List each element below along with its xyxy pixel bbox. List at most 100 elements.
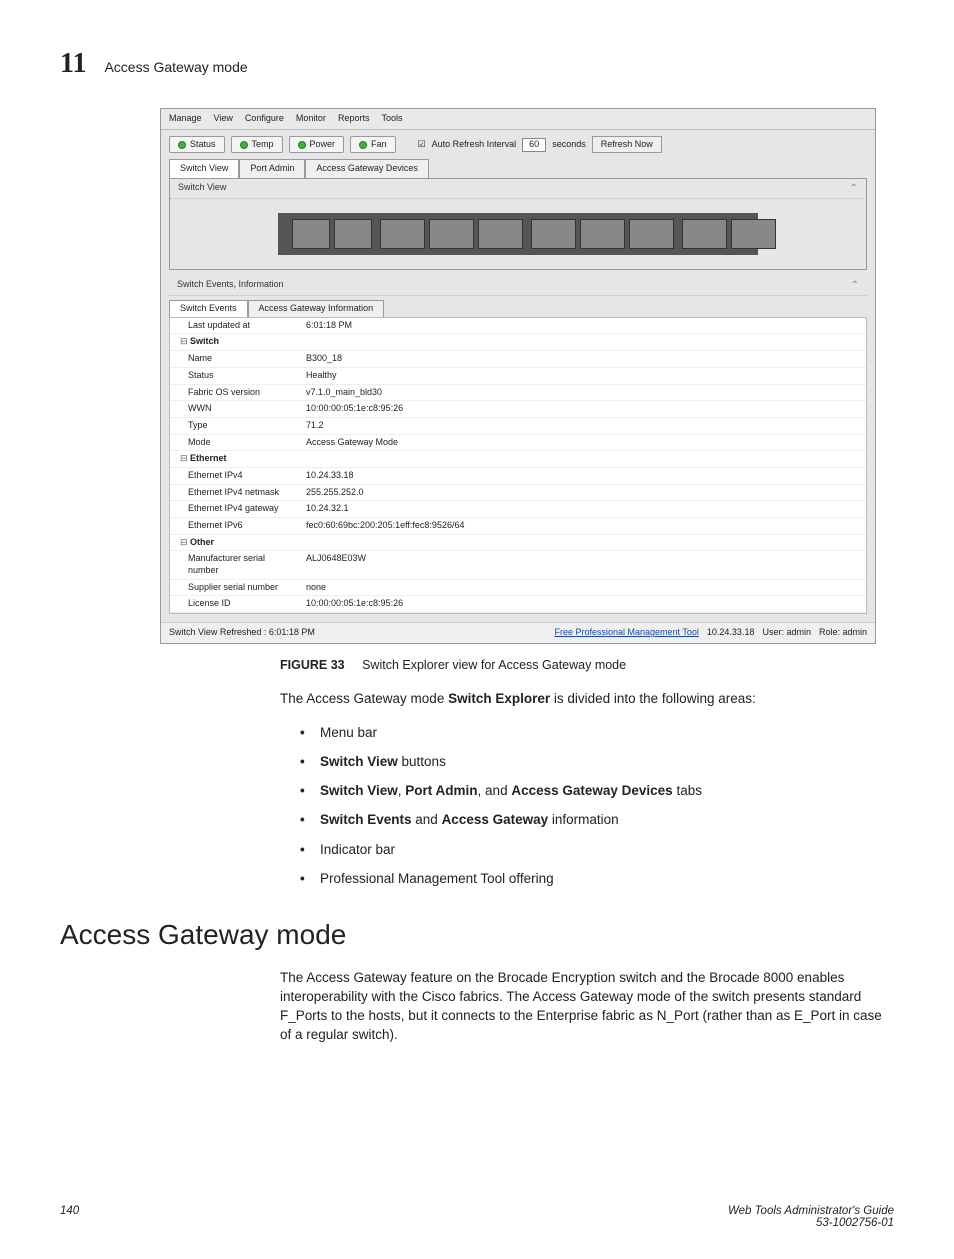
status-link[interactable]: Free Professional Management Tool <box>554 627 698 639</box>
port-group-icon <box>682 219 727 249</box>
status-ip: 10.24.33.18 <box>707 627 755 639</box>
row-value: 10:00:00:05:1e:c8:95:26 <box>300 596 866 612</box>
port-group-icon <box>531 219 576 249</box>
row-key: Ethernet IPv6 <box>170 518 300 534</box>
list-item: Menu bar <box>300 723 894 743</box>
list-item: Switch Events and Access Gateway informa… <box>300 810 894 830</box>
row-key: Type <box>170 418 300 434</box>
row-key: Ethernet IPv4 netmask <box>170 485 300 501</box>
row-value: ALJ0648E03W <box>300 551 866 578</box>
page-number: 140 <box>60 1205 79 1229</box>
list-item: Professional Management Tool offering <box>300 869 894 889</box>
row-section: Ethernet <box>170 451 300 467</box>
row-value: 10.24.32.1 <box>300 501 866 517</box>
tab-switch-events[interactable]: Switch Events <box>169 300 248 317</box>
collapse-icon[interactable]: ⌃ <box>851 279 859 292</box>
row-key: Supplier serial number <box>170 580 300 596</box>
status-role: Role: admin <box>819 627 867 639</box>
page-header: 11 Access Gateway mode <box>60 48 894 80</box>
port-group-icon <box>478 219 523 249</box>
row-key: WWN <box>170 401 300 417</box>
port-group-icon <box>580 219 625 249</box>
port-group-icon <box>334 219 372 249</box>
row-key: Manufacturer serial number <box>170 551 300 578</box>
port-group-icon <box>629 219 674 249</box>
page-footer: 140 Web Tools Administrator's Guide 53-1… <box>60 1205 894 1229</box>
menu-configure[interactable]: Configure <box>245 113 284 125</box>
info-tabs: Switch Events Access Gateway Information <box>161 296 875 317</box>
top-tabs: Switch View Port Admin Access Gateway De… <box>161 159 875 178</box>
row-value: 255.255.252.0 <box>300 485 866 501</box>
menu-manage[interactable]: Manage <box>169 113 202 125</box>
chapter-title: Access Gateway mode <box>104 59 247 75</box>
tab-access-gateway-info[interactable]: Access Gateway Information <box>248 300 385 317</box>
info-grid: Last updated at6:01:18 PM Switch NameB30… <box>169 317 867 614</box>
menu-monitor[interactable]: Monitor <box>296 113 326 125</box>
row-value: 71.2 <box>300 418 866 434</box>
row-value: Healthy <box>300 368 866 384</box>
menu-reports[interactable]: Reports <box>338 113 370 125</box>
row-key: Last updated at <box>170 318 300 334</box>
status-led-icon <box>178 141 186 149</box>
chapter-number: 11 <box>60 48 86 80</box>
figure-label: FIGURE 33 <box>280 658 345 672</box>
tab-access-gateway-devices[interactable]: Access Gateway Devices <box>305 159 429 178</box>
status-left: Switch View Refreshed : 6:01:18 PM <box>169 627 315 639</box>
row-key: Fabric OS version <box>170 385 300 401</box>
row-value: 10.24.33.18 <box>300 468 866 484</box>
fan-led-icon <box>359 141 367 149</box>
row-value: Access Gateway Mode <box>300 435 866 451</box>
events-panel-title: Switch Events, Information <box>177 279 284 292</box>
row-value: 6:01:18 PM <box>300 318 866 334</box>
tab-switch-view[interactable]: Switch View <box>169 159 239 178</box>
switch-view-title: Switch View <box>178 182 226 195</box>
footer-title: Web Tools Administrator's Guide <box>728 1205 894 1217</box>
row-key: License ID <box>170 596 300 612</box>
status-user: User: admin <box>762 627 811 639</box>
row-section: Switch <box>170 334 300 350</box>
fan-indicator[interactable]: Fan <box>350 136 396 154</box>
menu-bar: Manage View Configure Monitor Reports To… <box>161 109 875 130</box>
figure-caption-text: Switch Explorer view for Access Gateway … <box>362 658 626 672</box>
row-key: Name <box>170 351 300 367</box>
temp-indicator[interactable]: Temp <box>231 136 283 154</box>
screenshot-switch-explorer: Manage View Configure Monitor Reports To… <box>160 108 876 644</box>
menu-tools[interactable]: Tools <box>381 113 402 125</box>
list-item: Indicator bar <box>300 840 894 860</box>
port-group-icon <box>731 219 776 249</box>
tab-port-admin[interactable]: Port Admin <box>239 159 305 178</box>
row-key: Ethernet IPv4 <box>170 468 300 484</box>
port-group-icon <box>292 219 330 249</box>
list-item: Switch View, Port Admin, and Access Gate… <box>300 781 894 801</box>
figure-caption: FIGURE 33 Switch Explorer view for Acces… <box>280 658 894 672</box>
status-indicator[interactable]: Status <box>169 136 225 154</box>
refresh-now-button[interactable]: Refresh Now <box>592 136 662 154</box>
port-group-icon <box>429 219 474 249</box>
row-key: Mode <box>170 435 300 451</box>
indicator-row: Status Temp Power Fan ☑ Auto Refresh Int… <box>161 130 875 160</box>
auto-refresh-value[interactable]: 60 <box>522 138 546 152</box>
row-value: B300_18 <box>300 351 866 367</box>
bullet-list: Menu bar Switch View buttons Switch View… <box>300 723 894 890</box>
auto-refresh-checkbox[interactable]: ☑ <box>418 139 426 151</box>
row-key: Ethernet IPv4 gateway <box>170 501 300 517</box>
list-item: Switch View buttons <box>300 752 894 772</box>
menu-view[interactable]: View <box>214 113 233 125</box>
auto-refresh-unit: seconds <box>552 139 586 151</box>
switch-view-panel: Switch View ⌃ <box>169 178 867 270</box>
row-section: Other <box>170 535 300 551</box>
section-body: The Access Gateway feature on the Brocad… <box>280 969 894 1045</box>
port-group-icon <box>380 219 425 249</box>
status-bar: Switch View Refreshed : 6:01:18 PM Free … <box>161 622 875 643</box>
section-heading: Access Gateway mode <box>60 919 894 951</box>
collapse-icon[interactable]: ⌃ <box>850 182 858 195</box>
power-led-icon <box>298 141 306 149</box>
intro-paragraph: The Access Gateway mode Switch Explorer … <box>280 690 894 709</box>
row-value: v7.1.0_main_bld30 <box>300 385 866 401</box>
power-indicator[interactable]: Power <box>289 136 345 154</box>
row-value: fec0:60:69bc:200:205:1eff:fec8:9526/64 <box>300 518 866 534</box>
row-key: Status <box>170 368 300 384</box>
temp-led-icon <box>240 141 248 149</box>
auto-refresh-label: Auto Refresh Interval <box>432 139 517 151</box>
row-value: none <box>300 580 866 596</box>
